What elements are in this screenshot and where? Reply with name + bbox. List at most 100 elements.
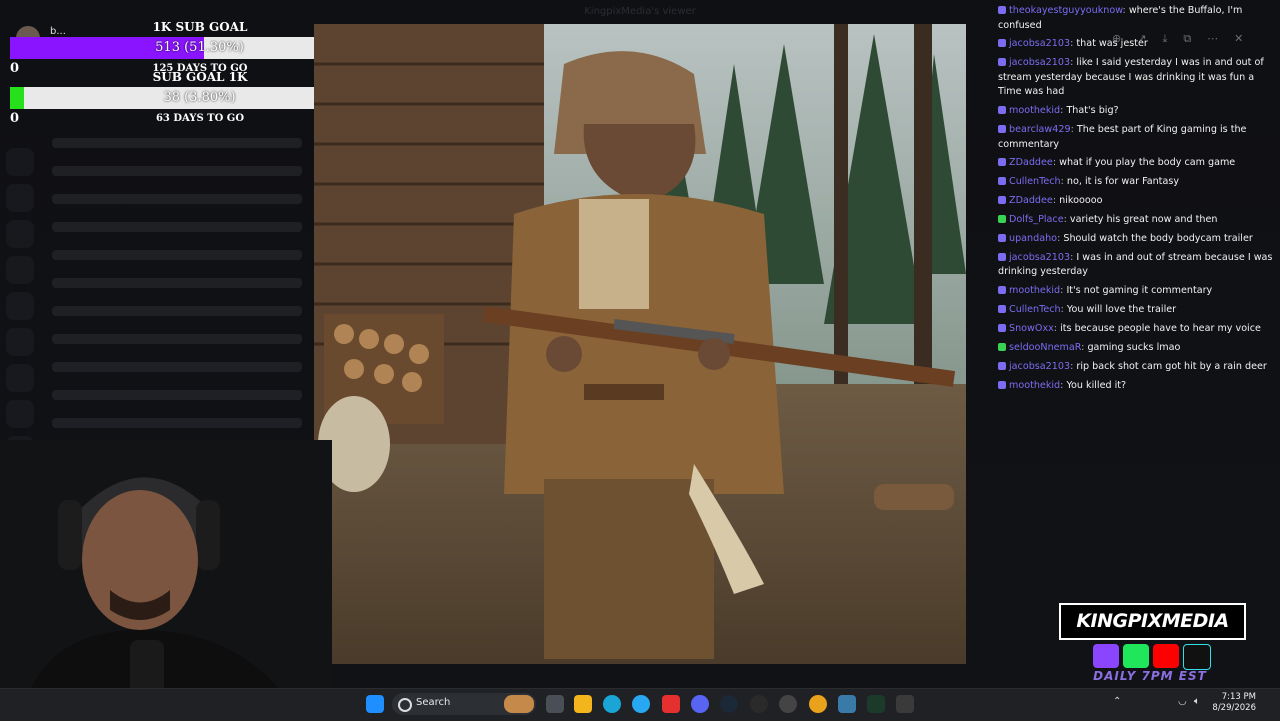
chat-username[interactable]: jacobsa2103 [1009,361,1070,372]
volume-icon[interactable]: 🔈︎ [1194,696,1200,707]
brand-logo: KINGPIXMEDIA [1059,603,1246,640]
chat-message: jacobsa2103: I was in and out of stream … [998,251,1278,280]
chat-badge-icon [998,286,1006,295]
chat-badge-icon [998,215,1006,224]
chat-text: variety his great now and then [1069,214,1218,226]
widgets-icon[interactable] [504,695,534,713]
chat-badge-icon [998,380,1006,389]
chat-message: moothekid: You killed it? [998,379,1278,394]
chat-username[interactable]: bearclaw429 [1009,124,1071,135]
chat-badge-icon [998,361,1006,370]
youtube-app-icon[interactable] [662,695,680,713]
chat-badge-icon [998,6,1006,14]
chat-message: bearclaw429: The best part of King gamin… [998,123,1278,152]
tray-chevron-icon[interactable]: ⌃ [1113,696,1121,707]
kick-icon [1123,644,1149,668]
chat-username[interactable]: jacobsa2103 [1009,38,1070,49]
steam-icon[interactable] [720,695,738,713]
browser-icon[interactable] [632,695,650,713]
chat-badge-icon [998,39,1006,48]
chat-overlay: theokayestguyyouknow: where's the Buffal… [998,4,1278,398]
open-external-icon[interactable]: ⧉ [1183,32,1191,46]
terminal-icon[interactable] [867,695,885,713]
chat-badge-icon [998,106,1006,115]
chat-username[interactable]: upandaho [1009,233,1057,244]
youtube-icon [1153,644,1179,668]
chat-username[interactable]: SnowOxx [1009,323,1054,334]
chat-badge-icon [998,305,1006,314]
social-icons [1093,644,1211,670]
chat-username[interactable]: jacobsa2103 [1009,57,1070,68]
download-icon[interactable]: ⤓ [1162,32,1167,46]
chat-message: moothekid: It's not gaming it commentary [998,284,1278,299]
chat-message: ZDaddee: nikooooo [998,194,1278,209]
chat-badge-icon [998,196,1006,205]
chat-text: You killed it? [1066,379,1127,391]
chat-username[interactable]: moothekid [1009,380,1060,391]
viewer-image[interactable] [314,24,966,664]
zoom-icon[interactable]: ⊕ [1112,32,1121,46]
chat-text: gaming sucks lmao [1087,341,1181,353]
discord-icon[interactable] [691,695,709,713]
clock-date: 8/29/2026 [1212,703,1256,713]
chat-message: Dolfs_Place: variety his great now and t… [998,213,1278,228]
app2-icon[interactable] [896,695,914,713]
chat-message: moothekid: That's big? [998,104,1278,119]
app-icon[interactable] [750,695,768,713]
file-explorer-icon[interactable] [574,695,592,713]
chat-username[interactable]: moothekid [1009,285,1060,296]
chat-badge-icon [998,125,1006,134]
network-icon[interactable]: ◡ [1178,696,1187,707]
more-icon[interactable]: ⋯ [1207,32,1218,46]
chat-message: SnowOxx: its because people have to hear… [998,322,1278,337]
tiktok-icon [1183,644,1211,670]
chat-badge-icon [998,158,1006,167]
task-view-icon[interactable] [546,695,564,713]
chat-badge-icon [998,58,1006,67]
stream-schedule: DAILY 7PM EST [1093,669,1207,683]
chat-text: nikooooo [1059,195,1103,207]
chat-text: Should watch the body bodycam trailer [1063,233,1253,245]
chat-badge-icon [998,252,1006,261]
chat-text: rip back shot cam got hit by a rain deer [1076,360,1267,372]
chat-badge-icon [998,324,1006,333]
chat-badge-icon [998,177,1006,186]
close-icon[interactable]: ✕ [1234,32,1243,46]
chat-username[interactable]: moothekid [1009,105,1060,116]
chat-text: what if you play the body cam game [1059,157,1236,169]
search-icon [398,698,412,712]
start-icon[interactable] [366,695,384,713]
viewer-controls: ⊕ ↗ ⤓ ⧉ ⋯ ✕ [1112,32,1243,46]
chat-username[interactable]: theokayestguyyouknow [1009,5,1123,16]
chat-text: It's not gaming it commentary [1066,285,1213,297]
chat-message: ZDaddee: what if you play the body cam g… [998,156,1278,171]
search-label: Search [416,697,451,708]
edge-icon[interactable] [603,695,621,713]
chat-message: CullenTech: no, it is for war Fantasy [998,175,1278,190]
chat-username[interactable]: Dolfs_Place [1009,214,1064,225]
chat-badge-icon [998,234,1006,243]
chat-text: You will love the trailer [1066,304,1177,316]
chat-message: jacobsa2103: like I said yesterday I was… [998,56,1278,100]
chat-text: its because people have to hear my voice [1060,323,1261,335]
chat-username[interactable]: CullenTech [1009,176,1061,187]
share-icon[interactable]: ↗ [1137,32,1146,46]
twitch-icon [1093,644,1119,668]
chat-badge-icon [998,342,1006,351]
chat-username[interactable]: CullenTech [1009,304,1061,315]
chat-message: theokayestguyyouknow: where's the Buffal… [998,4,1278,33]
chat-username[interactable]: ZDaddee [1009,195,1053,206]
clock[interactable]: 7:13 PM 8/29/2026 [1210,692,1256,714]
obs-icon[interactable] [779,695,797,713]
chrome-icon[interactable] [809,695,827,713]
webcam-feed [0,440,332,720]
chat-message: jacobsa2103: rip back shot cam got hit b… [998,360,1278,375]
chat-username[interactable]: seldooNnemaR [1009,342,1081,353]
frontier-man-illustration [314,24,966,664]
chat-message: upandaho: Should watch the body bodycam … [998,232,1278,247]
tool-icon[interactable] [838,695,856,713]
chat-username[interactable]: jacobsa2103 [1009,252,1070,263]
chat-text: no, it is for war Fantasy [1066,176,1180,188]
chat-username[interactable]: ZDaddee [1009,157,1053,168]
streamer-illustration [0,440,332,720]
